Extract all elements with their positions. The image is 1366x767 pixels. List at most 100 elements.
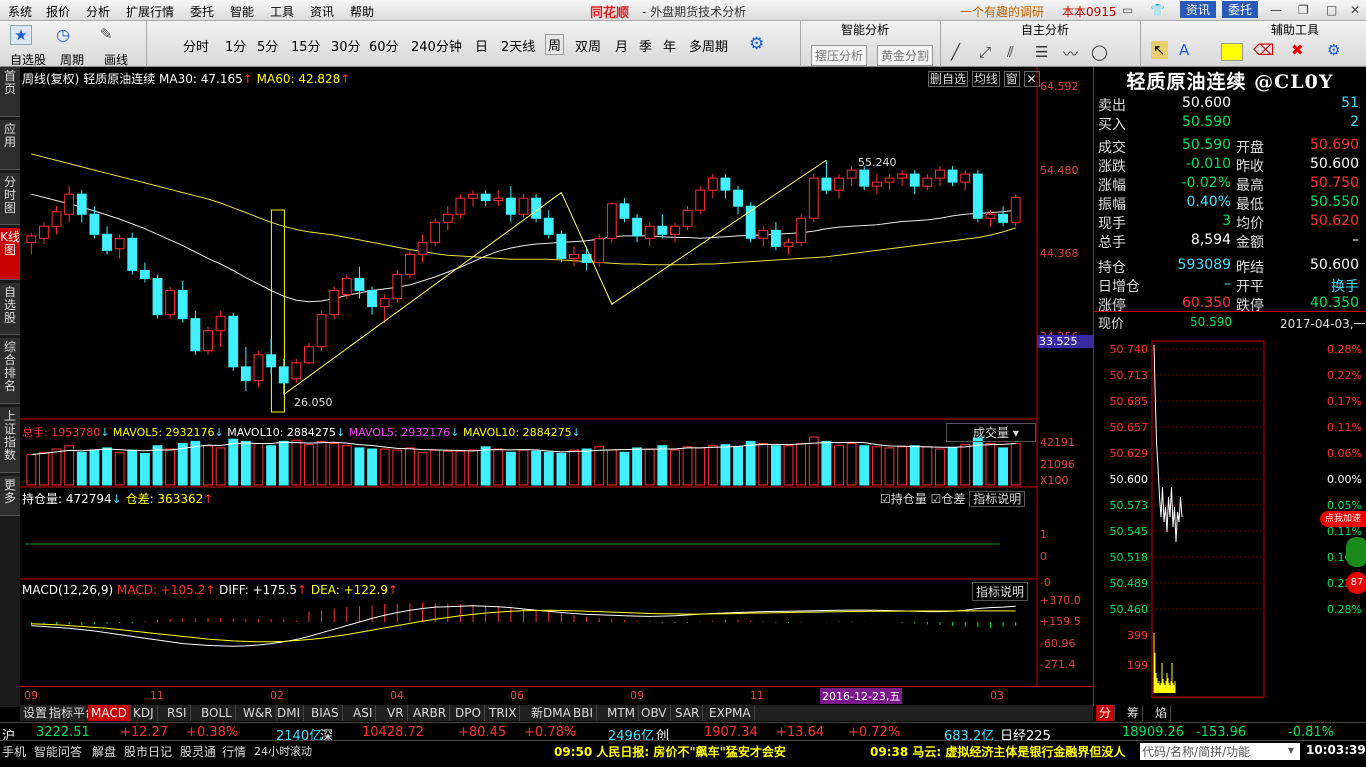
menu-trade[interactable]: 委托 bbox=[190, 3, 214, 20]
oi-help-button[interactable]: 指标说明 bbox=[969, 491, 1026, 507]
gear-icon[interactable]: ⚙ bbox=[749, 34, 764, 54]
tab-expma[interactable]: EXPMA bbox=[706, 705, 755, 721]
tab-vr[interactable]: VR bbox=[384, 705, 408, 721]
status-hq[interactable]: 行情 bbox=[222, 743, 246, 760]
period-fenshi[interactable]: 分时 bbox=[183, 36, 209, 55]
tab-trix[interactable]: TRIX bbox=[486, 705, 521, 721]
period-week[interactable]: 周 bbox=[545, 34, 565, 55]
period-month[interactable]: 月 bbox=[615, 36, 628, 55]
minimize-icon[interactable]: ▭ bbox=[1122, 3, 1133, 17]
sidebar-timeshare[interactable]: 分时图 bbox=[0, 173, 20, 225]
username[interactable]: 本本0915 bbox=[1062, 3, 1117, 20]
pen-icon[interactable]: ✎ bbox=[100, 25, 113, 43]
status-qa[interactable]: 智能问答 bbox=[34, 743, 82, 760]
tab-chou[interactable]: 筹 bbox=[1124, 705, 1144, 721]
period-day[interactable]: 日 bbox=[475, 36, 488, 55]
menu-analysis[interactable]: 分析 bbox=[86, 3, 110, 20]
text-tool-icon[interactable]: A bbox=[1179, 41, 1189, 59]
window-close-icon[interactable]: ✕ bbox=[1350, 3, 1360, 17]
tab-yan[interactable]: 焰 bbox=[1152, 705, 1172, 721]
star-icon[interactable]: ★ bbox=[10, 25, 32, 45]
window-max-icon[interactable]: □ bbox=[1326, 3, 1337, 17]
macd-help-button[interactable]: 指标说明 bbox=[972, 582, 1029, 601]
news-2[interactable]: 09:38 马云: 虚拟经济主体是银行金融界但没人 bbox=[870, 743, 1125, 760]
color-picker[interactable] bbox=[1221, 43, 1243, 61]
period-15min[interactable]: 15分 bbox=[291, 36, 321, 55]
sidebar-ranking[interactable]: 综合排名 bbox=[0, 338, 20, 404]
window-button[interactable]: 窗 bbox=[1003, 71, 1020, 87]
period-30min[interactable]: 30分 bbox=[331, 36, 361, 55]
period-multi[interactable]: 多周期 bbox=[689, 36, 728, 55]
window-minimize-icon[interactable]: — bbox=[1270, 3, 1282, 17]
menu-system[interactable]: 系统 bbox=[8, 3, 32, 20]
oi-checkbox[interactable]: ☑ bbox=[880, 492, 891, 506]
period-biweek[interactable]: 双周 bbox=[575, 36, 601, 55]
period-season[interactable]: 季 bbox=[639, 36, 652, 55]
period-240min[interactable]: 240分钟 bbox=[411, 36, 462, 55]
menu-help[interactable]: 帮助 bbox=[350, 3, 374, 20]
speedup-badge[interactable]: 点我加速 bbox=[1320, 511, 1366, 527]
pressure-analysis-button[interactable]: 摆压分析 bbox=[811, 45, 868, 66]
draw-label[interactable]: 画线 bbox=[104, 51, 128, 68]
tab-dpo[interactable]: DPO bbox=[452, 705, 485, 721]
search-icon[interactable]: ▾ bbox=[1288, 743, 1294, 757]
sidebar-more[interactable]: 更多 bbox=[0, 476, 20, 516]
tab-mtm[interactable]: MTM bbox=[604, 705, 640, 721]
period-60min[interactable]: 60分 bbox=[369, 36, 399, 55]
sidebar-home[interactable]: 首页 bbox=[0, 67, 20, 117]
close-chart-icon[interactable]: ✕ bbox=[1023, 71, 1040, 87]
golden-split-button[interactable]: 黄金分割 bbox=[877, 45, 934, 66]
tab-macd[interactable]: MACD bbox=[88, 705, 131, 721]
sidebar-sh-index[interactable]: 上证指数 bbox=[0, 407, 20, 473]
menu-quote[interactable]: 报价 bbox=[46, 3, 70, 20]
user-link[interactable]: 一个有趣的调研 bbox=[960, 3, 1044, 20]
zixuan-label[interactable]: 自选股 bbox=[10, 51, 46, 68]
tab-dmi[interactable]: DMI bbox=[274, 705, 305, 721]
search-input[interactable]: 代码/名称/简拼/功能 bbox=[1140, 743, 1300, 760]
news-button[interactable]: 资讯 bbox=[1180, 1, 1217, 18]
period-2day[interactable]: 2天线 bbox=[501, 36, 535, 55]
tab-asi[interactable]: ASI bbox=[350, 705, 377, 721]
settings-icon[interactable]: ⚙ bbox=[1327, 41, 1340, 59]
tab-dma[interactable]: 新DMA bbox=[528, 705, 575, 721]
channel-tool-icon[interactable]: ⫽ bbox=[1007, 43, 1014, 61]
status-24h[interactable]: 24小时滚动 bbox=[254, 743, 312, 759]
clock-icon[interactable]: ◷ bbox=[56, 25, 70, 44]
tab-obv[interactable]: OBV bbox=[638, 705, 671, 721]
ray-tool-icon[interactable]: ⤢ bbox=[979, 43, 991, 61]
line-tool-icon[interactable]: ╱ bbox=[951, 43, 960, 61]
index-ticker[interactable]: 沪 3222.51 +12.27 +0.38% 2140亿 深 10428.72… bbox=[0, 722, 1366, 744]
window-restore-icon[interactable]: ❐ bbox=[1298, 3, 1309, 17]
fib-tool-icon[interactable]: ☰ bbox=[1035, 43, 1048, 61]
mascot-icon[interactable] bbox=[1346, 537, 1366, 567]
volume-selector[interactable]: 成交量 ▾ bbox=[946, 423, 1036, 442]
remove-watch-button[interactable]: 删自选 bbox=[928, 71, 969, 87]
delete-icon[interactable]: ✖ bbox=[1291, 41, 1304, 59]
status-mobile[interactable]: 手机 bbox=[2, 743, 26, 760]
sidebar-kline[interactable]: K线图 bbox=[0, 228, 20, 280]
period-label[interactable]: 周期 bbox=[60, 51, 84, 68]
period-1min[interactable]: 1分 bbox=[225, 36, 246, 55]
tab-arbr[interactable]: ARBR bbox=[410, 705, 451, 721]
period-5min[interactable]: 5分 bbox=[257, 36, 278, 55]
tab-kdj[interactable]: KDJ bbox=[130, 705, 158, 721]
menu-ext-quote[interactable]: 扩展行情 bbox=[126, 3, 174, 20]
news-1[interactable]: 09:50 人民日报: 房价不"飙车"猛安才会安 bbox=[554, 743, 786, 760]
sidebar-apps[interactable]: 应用 bbox=[0, 120, 20, 170]
tab-fen[interactable]: 分 bbox=[1096, 705, 1116, 721]
circle-tool-icon[interactable]: ◯ bbox=[1091, 43, 1108, 61]
menu-news[interactable]: 资讯 bbox=[310, 3, 334, 20]
tab-bias[interactable]: BIAS bbox=[308, 705, 343, 721]
trade-button[interactable]: 委托 bbox=[1222, 1, 1259, 18]
period-year[interactable]: 年 bbox=[663, 36, 676, 55]
sidebar-watchlist[interactable]: 自选股 bbox=[0, 283, 20, 335]
pointer-icon[interactable]: ↖ bbox=[1151, 41, 1168, 59]
status-jiepan[interactable]: 解盘 bbox=[92, 743, 116, 760]
tab-boll[interactable]: BOLL bbox=[198, 705, 236, 721]
tab-wr[interactable]: W&R bbox=[240, 705, 277, 721]
tab-sar[interactable]: SAR bbox=[672, 705, 704, 721]
status-glt[interactable]: 股灵通 bbox=[180, 743, 216, 760]
shirt-icon[interactable]: 👕 bbox=[1150, 3, 1165, 17]
menu-tools[interactable]: 工具 bbox=[270, 3, 294, 20]
ma-button[interactable]: 均线 bbox=[971, 71, 1000, 87]
